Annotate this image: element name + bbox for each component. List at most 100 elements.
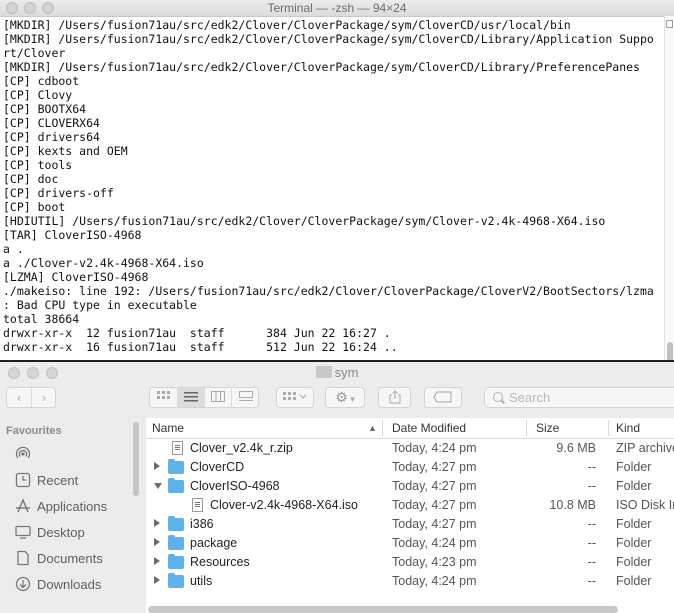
sidebar-item-desktop[interactable]: Desktop [0,520,132,546]
column-header-name[interactable]: Name [152,421,184,435]
terminal-scrollbar[interactable] [664,16,674,360]
terminal-line: [CP] kexts and OEM [3,144,128,158]
column-header-size[interactable]: Size [536,421,559,435]
terminal-line: [TAR] CloverISO-4968 [3,228,142,242]
sidebar-item-applications[interactable]: Applications [0,494,132,520]
sidebar-item-airdrop[interactable] [0,442,132,468]
table-row[interactable]: CloverISO-4968 Today, 4:27 pm -- Folder [146,477,674,496]
cell-date: Today, 4:23 pm [392,555,477,569]
table-row[interactable]: i386 Today, 4:27 pm -- Folder [146,515,674,534]
terminal-line: drwxr-xr-x 12 fusion71au staff 384 Jun 2… [3,326,391,340]
sort-ascending-icon[interactable]: ▲ [368,423,377,433]
horizontal-scrollbar[interactable] [148,606,618,613]
terminal-line: [CP] doc [3,172,59,186]
cell-size: 10.8 MB [549,498,596,512]
terminal-line: [CP] drivers64 [3,130,100,144]
terminal-line: [CP] drivers-off [3,186,114,200]
folder-icon [168,459,184,474]
column-divider[interactable] [526,420,527,436]
forward-button[interactable]: › [32,388,56,407]
sidebar-item-recent[interactable]: Recent [0,468,132,494]
group-button[interactable] [276,387,314,408]
table-row[interactable]: Resources Today, 4:23 pm -- Folder [146,553,674,572]
sidebar-scrollbar[interactable] [133,422,139,496]
cell-name: Clover_v2.4k_r.zip [190,441,293,455]
cell-name: Clover-v2.4k-4968-X64.iso [210,498,358,512]
gear-icon: ⚙ [335,389,348,405]
cell-size: -- [587,555,596,569]
column-divider[interactable] [608,420,609,436]
download-icon [15,576,31,592]
table-row[interactable]: Clover-v2.4k-4968-X64.iso Today, 4:27 pm 1… [146,496,674,515]
disclosure-closed-icon[interactable] [154,557,160,565]
cell-date: Today, 4:27 pm [392,460,477,474]
list-header: Name ▲ Date Modified Size Kind [146,418,674,439]
table-row[interactable]: package Today, 4:24 pm -- Folder [146,534,674,553]
terminal-line: rt/Clover [3,46,66,60]
column-header-date[interactable]: Date Modified [392,421,466,435]
tags-button[interactable] [424,387,462,408]
table-row[interactable]: CloverCD Today, 4:27 pm -- Folder [146,458,674,477]
back-button[interactable]: ‹ [7,388,32,407]
disclosure-open-icon[interactable] [154,483,162,489]
terminal-line: [CP] Clovy [3,88,73,102]
terminal-output[interactable]: [MKDIR] /Users/fusion71au/src/edk2/Clove… [3,18,663,354]
folder-icon [168,554,184,569]
finder-window: sym ‹ › ⚙ ▾ Search Favourites Recent App… [0,362,674,613]
cell-kind: Folder [616,555,652,569]
cell-name: CloverCD [190,460,245,474]
cell-kind: ISO Disk Image [616,498,674,512]
file-list: Clover_v2.4k_r.pkg.md5Today, 4:24 pm64 b… [146,418,674,613]
disclosure-closed-icon[interactable] [154,538,160,546]
desktop-icon [15,524,31,540]
terminal-line: [CP] BOOTX64 [3,102,87,116]
folder-icon [168,573,184,588]
cell-date: Today, 4:27 pm [392,517,477,531]
terminal-titlebar[interactable]: Terminal — -zsh — 94×24 [0,0,674,17]
table-row[interactable]: Clover_v2.4k_r.zip Today, 4:24 pm 9.6 MB ZI… [146,439,674,458]
sidebar-item-downloads[interactable]: Downloads [0,572,132,598]
sidebar-item-label: Desktop [37,525,85,540]
icon-view-button[interactable] [150,388,178,407]
cell-name: package [190,536,238,550]
terminal-line: [LZMA] CloverISO-4968 [3,270,149,284]
terminal-line: a . [3,242,24,256]
table-row[interactable]: utils Today, 4:24 pm -- Folder [146,572,674,591]
cell-kind: Folder [616,574,652,588]
terminal-line: [HDIUTIL] /Users/fusion71au/src/edk2/Clo… [3,214,606,228]
sidebar-item-documents[interactable]: Documents [0,546,132,572]
column-header-kind[interactable]: Kind [616,421,640,435]
search-field[interactable]: Search [484,387,674,408]
terminal-line: drwxr-xr-x 16 fusion71au staff 512 Jun 2… [3,340,398,354]
cell-date: Today, 4:24 pm [392,536,477,550]
group-icon [283,392,307,400]
disclosure-closed-icon[interactable] [154,462,160,470]
sidebar-item-label: Downloads [37,577,102,592]
sidebar: Favourites Recent Applications Desktop D… [0,418,145,613]
action-button[interactable]: ⚙ ▾ [325,387,365,408]
back-forward-control: ‹ › [6,387,56,408]
column-divider[interactable] [382,420,383,436]
cell-kind: Folder [616,460,652,474]
column-view-button[interactable] [205,388,232,407]
folder-icon [168,535,184,550]
gallery-view-button[interactable] [232,388,259,407]
file-icon [192,498,203,512]
share-button[interactable] [378,387,411,408]
airdrop-icon [15,446,31,462]
list-view-button[interactable] [178,388,205,407]
disclosure-closed-icon[interactable] [154,576,160,584]
terminal-line: [MKDIR] /Users/fusion71au/src/edk2/Clove… [3,60,640,74]
terminal-line: [MKDIR] /Users/fusion71au/src/edk2/Clove… [3,18,571,32]
scroll-top-icon[interactable] [666,20,673,28]
cell-date: Today, 4:24 pm [392,574,477,588]
terminal-scroll-thumb[interactable] [667,342,673,360]
share-icon [388,390,401,404]
terminal-line: [CP] CLOVERX64 [3,116,100,130]
terminal-title: Terminal — -zsh — 94×24 [267,1,407,15]
disclosure-closed-icon[interactable] [154,519,160,527]
window-title-text: sym [334,365,359,380]
chevron-down-icon: ▾ [347,394,355,404]
sidebar-heading: Favourites [6,425,62,437]
cell-size: -- [587,460,596,474]
